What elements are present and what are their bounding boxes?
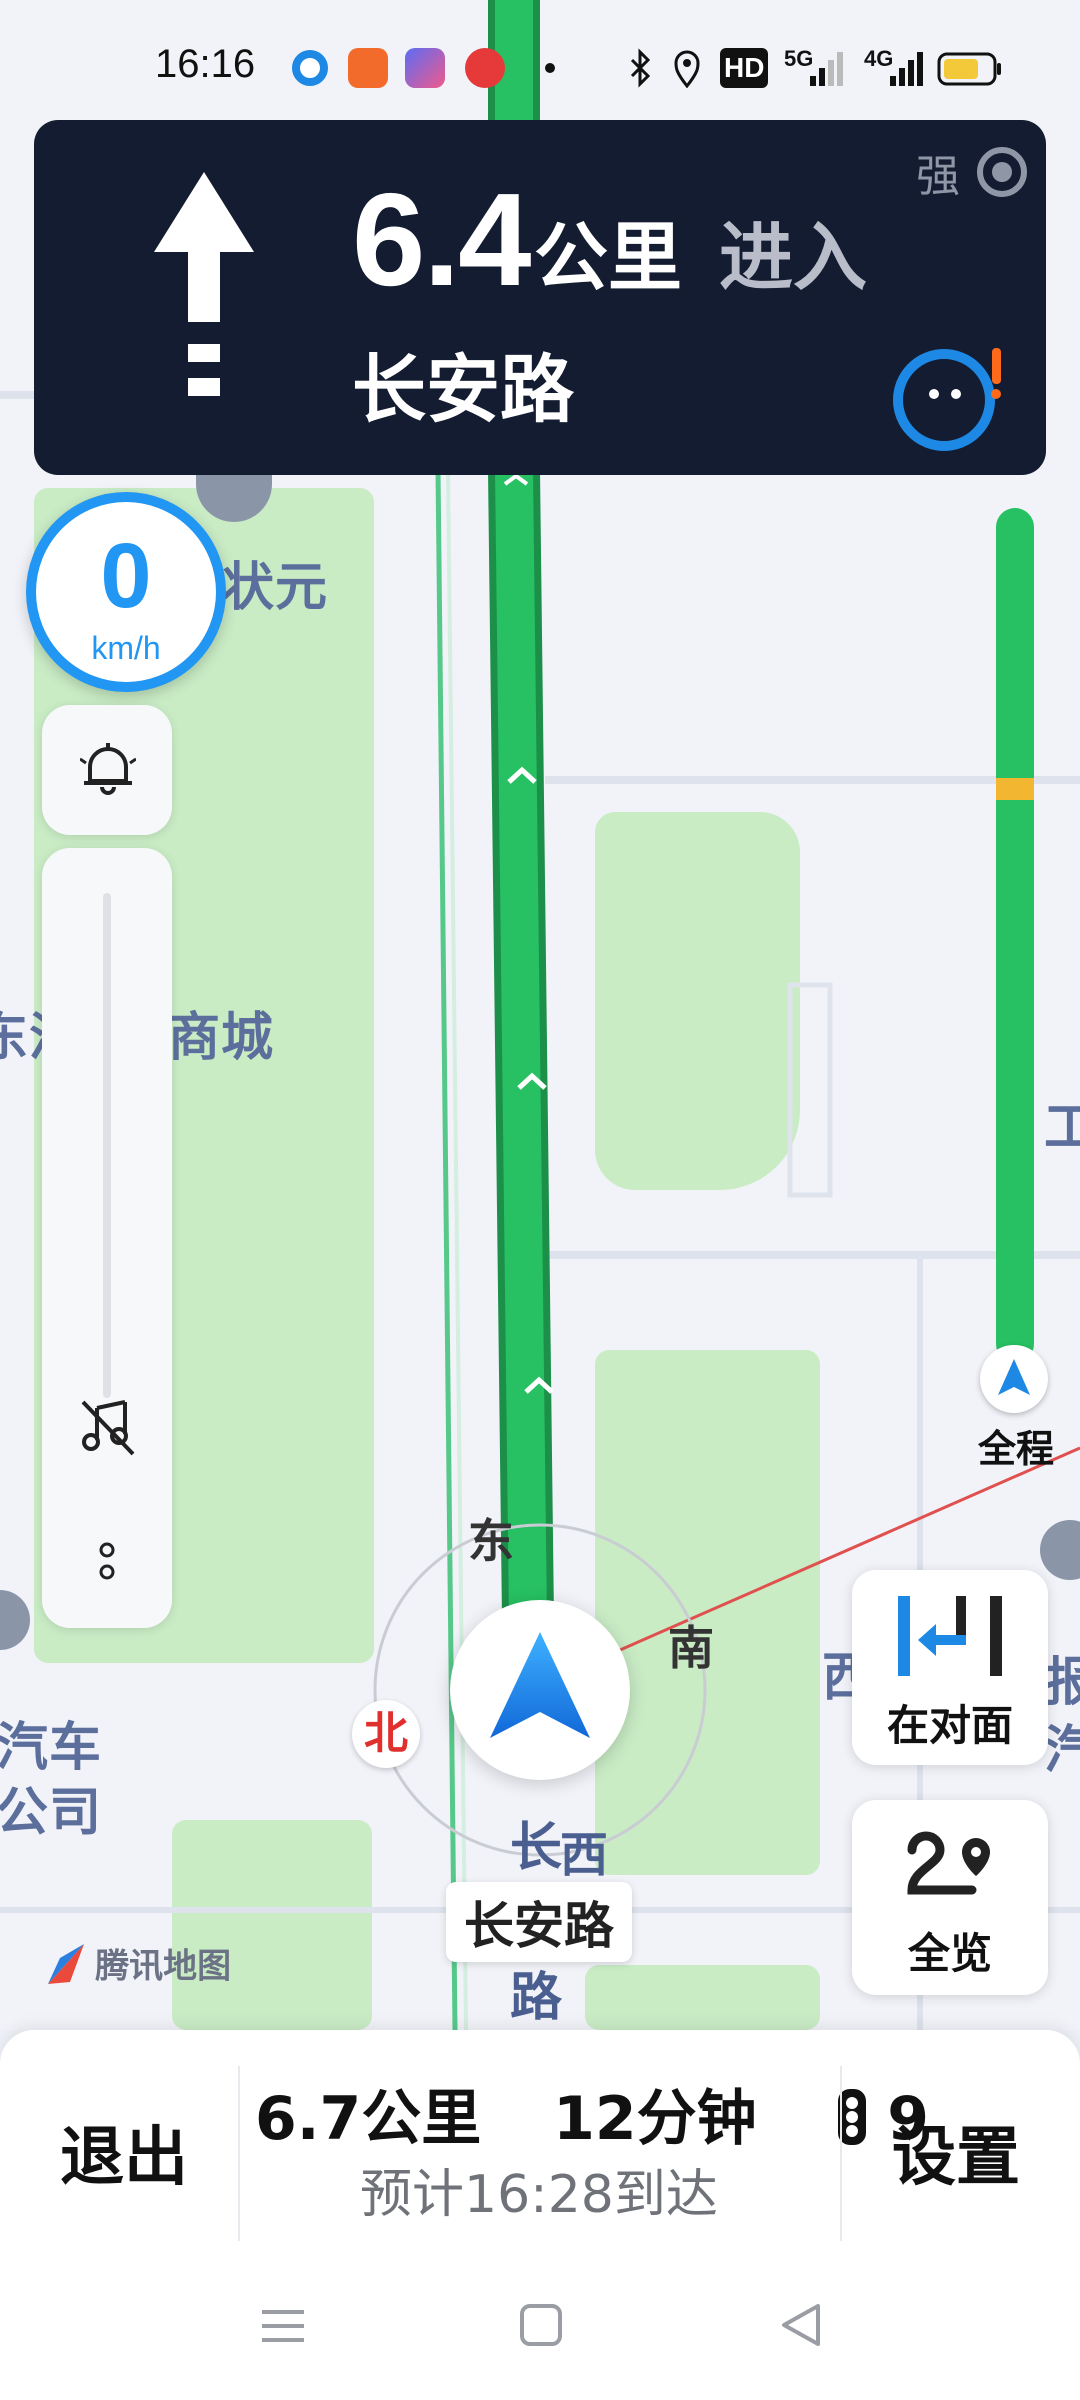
compass-south: 南 bbox=[668, 1621, 714, 1675]
current-road-label: 长安路 bbox=[446, 1882, 632, 1962]
distance-unit: 公里 bbox=[534, 215, 682, 301]
guidance-action: 进入 bbox=[719, 215, 867, 301]
status-bar: 16:16 HD 5G 4G bbox=[0, 0, 1080, 120]
route-traffic-bar bbox=[996, 508, 1034, 1363]
opposite-side-label: 在对面 bbox=[886, 1701, 1013, 1750]
more-icon[interactable] bbox=[92, 1538, 122, 1588]
map-label-poi: 工会 bbox=[1044, 1098, 1080, 1158]
volume-slider[interactable] bbox=[103, 893, 111, 1398]
remaining-distance: 6.7公里 bbox=[255, 2084, 482, 2154]
map-label-poi: 汽 bbox=[1044, 1721, 1080, 1781]
home-icon[interactable] bbox=[516, 2300, 566, 2350]
app-notification-icon bbox=[292, 50, 328, 86]
next-road-name: 长安路 bbox=[352, 347, 574, 433]
map-label-poi: 报 bbox=[1044, 1653, 1080, 1713]
full-view-label: 全览 bbox=[907, 1929, 992, 1978]
traffic-light-icon bbox=[838, 2089, 867, 2145]
compass-north[interactable]: 北 bbox=[352, 1700, 420, 1768]
signal-icon bbox=[808, 48, 844, 88]
control-panel bbox=[42, 848, 172, 1628]
speed-value: 0 bbox=[100, 525, 152, 627]
more-notifications-dot-icon bbox=[545, 63, 555, 73]
music-off-icon[interactable] bbox=[77, 1398, 137, 1458]
bell-icon bbox=[80, 743, 136, 795]
bluetooth-icon bbox=[626, 48, 656, 88]
map-label-poi: 状元 bbox=[222, 558, 329, 618]
tencent-map-logo: 腾讯地图 bbox=[40, 1938, 231, 1988]
exit-button[interactable]: 退出 bbox=[60, 2106, 188, 2198]
voice-assistant-icon[interactable] bbox=[892, 338, 1012, 458]
hd-voice-icon: HD bbox=[720, 48, 769, 88]
compass-east: 东 bbox=[468, 1514, 514, 1568]
opposite-side-button[interactable]: 在对面 bbox=[852, 1570, 1048, 1765]
speed-unit: km/h bbox=[91, 630, 161, 666]
gps-signal-label: 强 bbox=[916, 151, 960, 202]
alert-button[interactable] bbox=[42, 705, 172, 835]
overview-route-label[interactable]: 全程 bbox=[978, 1418, 1054, 1473]
map-label-poi: 汽车 bbox=[0, 1718, 103, 1778]
brand-label: 腾讯地图 bbox=[95, 1946, 232, 1987]
switch-road-icon bbox=[898, 1596, 1002, 1676]
recent-apps-icon[interactable] bbox=[258, 2300, 308, 2350]
route-progress-marker bbox=[980, 1345, 1048, 1413]
back-icon[interactable] bbox=[776, 2300, 826, 2350]
divider bbox=[840, 2066, 842, 2241]
eta-text: 预计16:28到达 bbox=[360, 2165, 718, 2225]
divider bbox=[238, 2066, 240, 2241]
location-icon bbox=[672, 48, 702, 89]
status-time: 16:16 bbox=[155, 42, 256, 86]
settings-button[interactable]: 设置 bbox=[892, 2106, 1020, 2198]
map-label-poi: 商城 bbox=[168, 1008, 275, 1068]
trip-summary[interactable]: 6.7公里 12分钟 9 bbox=[255, 2070, 929, 2157]
navigation-arrow-icon bbox=[490, 1632, 590, 1738]
app-notification-icon bbox=[405, 48, 445, 88]
distance-value: 6.4 bbox=[352, 166, 531, 313]
road-label-char: 长 bbox=[510, 1818, 564, 1878]
navigation-arrow-icon bbox=[998, 1359, 1030, 1395]
route-overview-icon bbox=[907, 1831, 990, 1895]
turn-guidance-panel[interactable]: 6.4 公里 进入 长安路 强 bbox=[34, 120, 1046, 475]
straight-arrow-icon bbox=[154, 172, 254, 396]
current-location-marker bbox=[450, 1600, 630, 1780]
signal-icon bbox=[888, 48, 924, 88]
gps-signal-icon bbox=[977, 147, 1027, 197]
app-notification-icon bbox=[348, 48, 388, 88]
app-notification-icon bbox=[465, 48, 505, 88]
tencent-map-logo-icon bbox=[48, 1944, 84, 1984]
speedometer: 0 km/h bbox=[26, 492, 226, 692]
map-label-poi: 公司 bbox=[0, 1783, 103, 1843]
remaining-time: 12分钟 bbox=[553, 2084, 757, 2154]
road-label-char: 西 bbox=[560, 1827, 610, 1883]
battery-icon bbox=[937, 48, 1003, 88]
congestion-segment bbox=[996, 778, 1034, 800]
road-label-char: 路 bbox=[510, 1968, 564, 2028]
full-view-button[interactable]: 全览 bbox=[852, 1800, 1048, 1995]
